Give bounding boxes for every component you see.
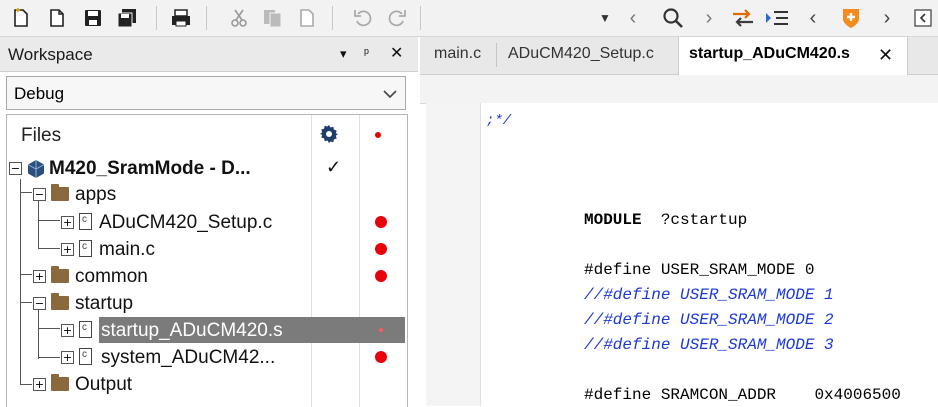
tree-row-project[interactable]: − M420_SramMode - D... ✓ [7, 155, 407, 181]
workspace-title: Workspace [8, 45, 93, 64]
panel-icon[interactable] [910, 5, 936, 31]
file-tree: Files − M420_SramMode - D... ✓ − apps + … [6, 114, 408, 407]
main-toolbar: ▼ ‹ › ‹ › [0, 0, 938, 37]
indent-list-icon[interactable] [764, 5, 790, 31]
workspace-titlebar: Workspace ▾ ᵖ ✕ [0, 37, 418, 72]
code-line: ;*/ [486, 113, 512, 129]
collapse-icon[interactable]: − [33, 188, 46, 201]
swap-arrows-icon[interactable] [730, 5, 756, 31]
active-project-check-icon: ✓ [326, 157, 342, 177]
editor-gutter[interactable] [426, 103, 481, 406]
search-icon[interactable] [660, 5, 686, 31]
copy-icon[interactable] [260, 5, 286, 31]
save-icon[interactable] [80, 5, 106, 31]
print-icon[interactable] [168, 5, 194, 31]
cut-icon[interactable] [226, 5, 252, 31]
files-column-header[interactable]: Files [21, 125, 61, 147]
breakpoint-icon [375, 216, 387, 228]
open-file-icon[interactable] [44, 5, 70, 31]
file-label: startup_ADuCM420.s [101, 320, 283, 341]
paste-icon[interactable] [294, 5, 320, 31]
asm-file-icon [79, 321, 92, 338]
folder-label: Output [75, 374, 133, 395]
expand-icon[interactable]: + [61, 243, 74, 256]
editor-pane: main.c ADuCM420_Setup.c startup_ADuCM420… [420, 37, 938, 406]
redo-icon[interactable] [384, 5, 410, 31]
tab-startup-s[interactable]: startup_ADuCM420.s ✕ [678, 37, 908, 75]
tree-row-common[interactable]: + common [7, 263, 407, 289]
tab-setup-c[interactable]: ADuCM420_Setup.c [508, 45, 654, 63]
chevron-right-icon[interactable]: › [874, 5, 900, 31]
chevron-left-icon[interactable]: ‹ [620, 5, 646, 31]
expand-icon[interactable]: + [61, 324, 74, 337]
editor-tab-bar: main.c ADuCM420_Setup.c startup_ADuCM420… [420, 37, 938, 75]
tree-row-apps[interactable]: − apps [7, 181, 407, 207]
folder-label: startup [75, 293, 134, 314]
code-line: #define USER_SRAM_MODE 0 [584, 261, 815, 279]
toolbar-separator [156, 6, 157, 30]
tree-row-output[interactable]: + Output [7, 371, 407, 397]
tree-row-system-file[interactable]: + system_ADuCM42... [7, 344, 407, 370]
c-file-icon [79, 348, 92, 365]
tree-row-startup-file[interactable]: + startup_ADuCM420.s [7, 317, 407, 343]
expand-icon[interactable]: + [33, 270, 46, 283]
breakpoint-icon [379, 328, 383, 332]
dropdown-arrow-icon[interactable]: ▼ [592, 5, 618, 31]
folder-icon [51, 293, 69, 310]
code-editor[interactable]: ;*/ MODULE ?cstartup #define USER_SRAM_M… [426, 103, 938, 406]
undo-icon[interactable] [350, 5, 376, 31]
tab-main-c[interactable]: main.c [434, 45, 481, 63]
configuration-value: Debug [14, 84, 65, 103]
chevron-left-icon[interactable]: ‹ [800, 5, 826, 31]
folder-icon [51, 374, 69, 391]
code-keyword: MODULE [584, 211, 642, 229]
breakpoint-icon [375, 270, 387, 282]
close-tab-icon[interactable]: ✕ [878, 45, 893, 66]
folder-icon [51, 184, 69, 201]
breakpoint-column-icon [375, 132, 381, 138]
expand-icon[interactable]: + [61, 351, 74, 364]
expand-icon[interactable]: + [33, 378, 46, 391]
workspace-menu-icon[interactable]: ▾ [340, 46, 347, 62]
active-tab-label: startup_ADuCM420.s [689, 45, 850, 62]
c-file-icon [79, 240, 92, 257]
gear-icon[interactable] [319, 124, 339, 149]
new-file-icon[interactable] [8, 5, 34, 31]
code-comment-line: //#define USER_SRAM_MODE 3 [584, 336, 834, 354]
toolbar-separator [420, 6, 421, 30]
toolbar-separator [332, 6, 333, 30]
code-line: MODULE ?cstartup [584, 211, 748, 229]
folder-icon [51, 266, 69, 283]
code-comment-line: //#define USER_SRAM_MODE 2 [584, 311, 834, 329]
pin-icon[interactable]: ᵖ [364, 45, 369, 60]
bookmark-shield-icon[interactable] [838, 5, 864, 31]
project-name: M420_SramMode - D... [49, 158, 251, 179]
project-icon [27, 159, 45, 178]
breakpoint-icon [375, 243, 387, 255]
tree-row-main-file[interactable]: + main.c [7, 236, 407, 262]
folder-label: apps [75, 184, 117, 205]
breakpoint-icon [375, 351, 387, 363]
collapse-icon[interactable]: − [33, 297, 46, 310]
tree-row-startup[interactable]: − startup [7, 290, 407, 316]
code-comment-line: //#define USER_SRAM_MODE 1 [584, 286, 834, 304]
code-line: #define SRAMCON_ADDR 0x4006500 [584, 386, 901, 404]
toolbar-separator [206, 6, 207, 30]
collapse-icon[interactable]: − [9, 162, 22, 175]
c-file-icon [79, 213, 92, 230]
close-icon[interactable]: ✕ [390, 43, 403, 63]
configuration-select[interactable]: Debug [6, 76, 406, 110]
chevron-down-icon [383, 86, 397, 104]
file-label: ADuCM420_Setup.c [99, 212, 273, 233]
tree-row-setup-file[interactable]: + ADuCM420_Setup.c [7, 209, 407, 235]
chevron-right-icon[interactable]: › [696, 5, 722, 31]
folder-label: common [75, 266, 148, 287]
file-label: system_ADuCM42... [101, 347, 276, 368]
save-all-icon[interactable] [114, 5, 140, 31]
editor-toolstrip [420, 75, 938, 104]
expand-icon[interactable]: + [61, 216, 74, 229]
file-label: main.c [99, 239, 155, 260]
tab-divider [496, 43, 497, 67]
